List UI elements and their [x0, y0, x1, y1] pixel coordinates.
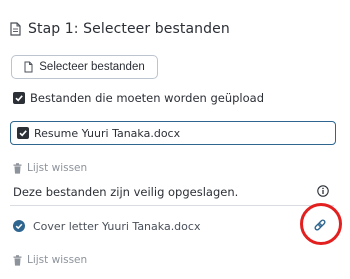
clear-list-label: Lijst wissen — [27, 162, 88, 174]
highlight-circle-annotation — [300, 203, 342, 245]
check-circle-icon — [13, 220, 25, 232]
select-files-label: Selecteer bestanden — [39, 61, 145, 73]
upload-file-row[interactable]: Resume Yuuri Tanaka.docx — [10, 121, 336, 145]
saved-file-name: Cover letter Yuuri Tanaka.docx — [33, 219, 201, 233]
select-files-button[interactable]: Selecteer bestanden — [11, 55, 158, 79]
trash-icon — [13, 254, 22, 266]
page-title: Stap 1: Selecteer bestanden — [28, 21, 230, 37]
upload-list-header: Bestanden die moeten worden geüpload — [13, 90, 264, 106]
document-icon — [10, 22, 21, 36]
clear-saved-list-link[interactable]: Lijst wissen — [13, 253, 87, 267]
clear-upload-list-link[interactable]: Lijst wissen — [13, 161, 87, 175]
divider — [10, 205, 334, 206]
info-icon[interactable] — [317, 185, 329, 197]
file-checkbox[interactable] — [17, 127, 29, 139]
clear-list-label: Lijst wissen — [27, 254, 88, 266]
upload-list-label: Bestanden die moeten worden geüpload — [30, 91, 265, 105]
trash-icon — [13, 162, 22, 174]
saved-files-heading: Deze bestanden zijn veilig opgeslagen. — [13, 185, 239, 199]
step-header: Stap 1: Selecteer bestanden — [10, 19, 230, 39]
upload-file-name: Resume Yuuri Tanaka.docx — [34, 126, 181, 140]
document-icon — [24, 61, 33, 73]
upload-all-checkbox[interactable] — [13, 92, 25, 104]
saved-file-row: Cover letter Yuuri Tanaka.docx — [13, 218, 200, 234]
